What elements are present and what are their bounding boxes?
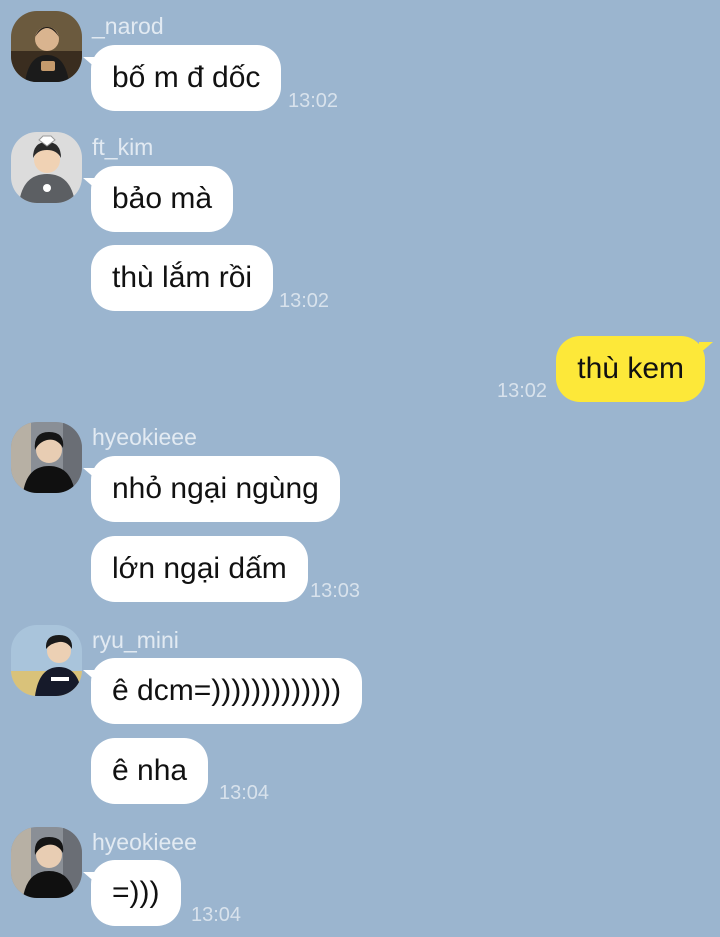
message-time: 13:02 [497, 380, 548, 402]
user-photo-icon [11, 422, 82, 493]
avatar-ryu-mini[interactable] [11, 625, 82, 696]
avatar-hyeokieee[interactable] [11, 827, 82, 898]
user-photo-icon [11, 625, 82, 696]
message-bubble[interactable]: nhỏ ngại ngùng [83, 456, 340, 522]
sender-name: ft_kim [92, 134, 154, 160]
avatar-narod[interactable] [11, 11, 82, 82]
sender-name: _narod [92, 13, 164, 39]
sender-name: hyeokieee [92, 829, 197, 855]
user-photo-icon [11, 132, 82, 203]
message-bubble[interactable]: bố m đ dốc [82, 45, 282, 111]
my-message-bubble[interactable]: thù kem [556, 336, 713, 402]
message-bubble[interactable]: thù lắm rồi [91, 245, 274, 311]
message-time: 13:04 [191, 904, 242, 926]
chat-window: { "messages": { "g1": { "sender": "_naro… [0, 0, 720, 937]
sender-name: hyeokieee [92, 424, 197, 450]
user-photo-icon [11, 11, 82, 82]
message-time: 13:04 [219, 782, 270, 804]
avatar-hyeokieee[interactable] [11, 422, 82, 493]
avatar-ft-kim[interactable] [11, 132, 82, 203]
message-bubble[interactable]: lớn ngại dấm [91, 536, 308, 602]
message-time: 13:02 [279, 290, 330, 312]
message-bubble[interactable]: ê nha [91, 738, 209, 804]
sender-name: ryu_mini [92, 627, 179, 653]
message-bubble[interactable]: bảo mà [82, 166, 234, 232]
message-bubble[interactable]: =))) [83, 860, 181, 926]
message-time: 13:02 [288, 90, 339, 112]
message-time: 13:03 [310, 580, 361, 602]
message-bubble[interactable]: ê dcm=))))))))))))) [82, 658, 363, 724]
user-photo-icon [11, 827, 82, 898]
